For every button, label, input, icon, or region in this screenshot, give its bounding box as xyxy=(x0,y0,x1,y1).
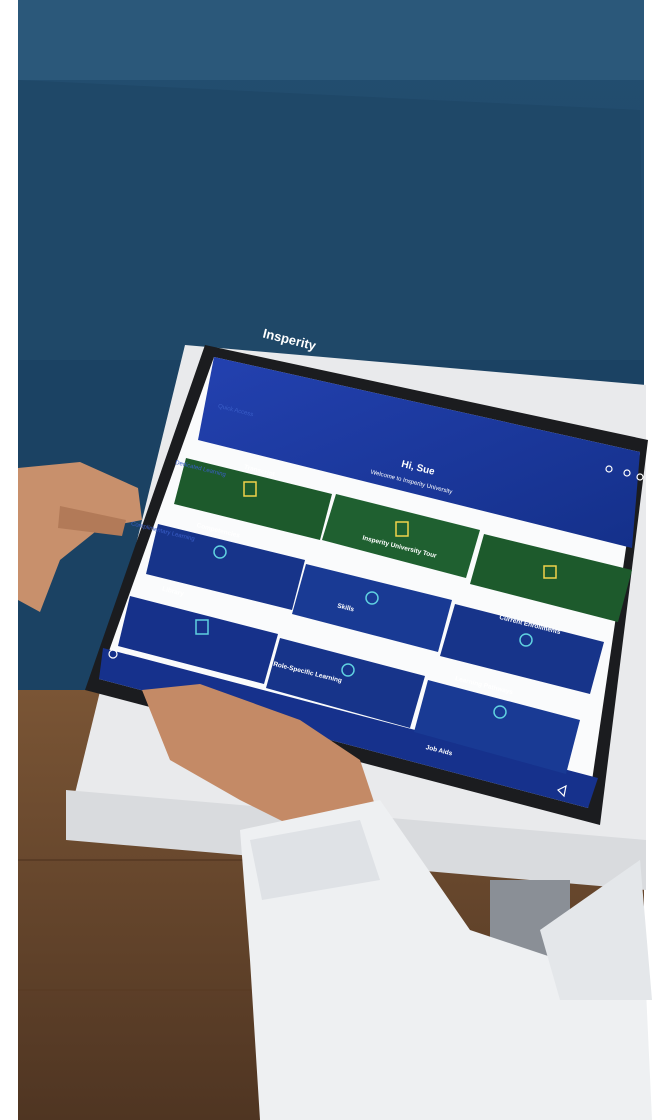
photo: Insperity Hi, Sue Welcome to Insperity U… xyxy=(0,0,652,1120)
